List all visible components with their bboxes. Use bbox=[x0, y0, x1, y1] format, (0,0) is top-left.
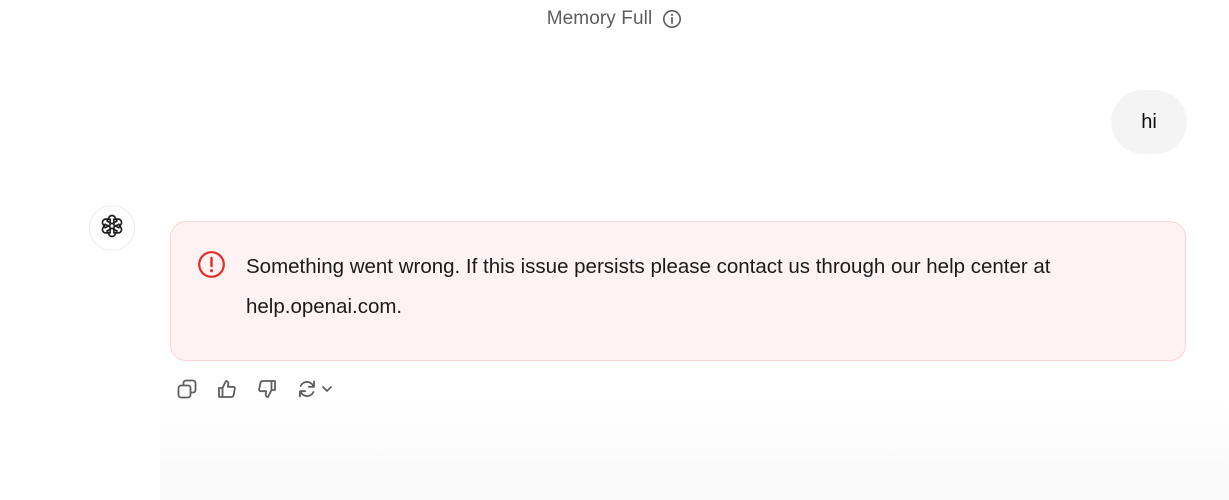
error-message-text: Something went wrong. If this issue pers… bbox=[246, 255, 1051, 318]
thumbs-down-icon bbox=[256, 378, 278, 405]
message-action-bar bbox=[170, 376, 340, 406]
thumbs-up-button[interactable] bbox=[210, 376, 244, 406]
regenerate-icon bbox=[296, 378, 318, 405]
error-message-box: Something went wrong. If this issue pers… bbox=[170, 221, 1186, 361]
alert-circle-icon bbox=[197, 250, 226, 279]
copy-icon bbox=[176, 378, 198, 405]
user-message-bubble: hi bbox=[1111, 90, 1187, 154]
assistant-avatar bbox=[89, 205, 135, 251]
thumbs-up-icon bbox=[216, 378, 238, 405]
regenerate-button[interactable] bbox=[290, 376, 340, 406]
chevron-down-icon bbox=[320, 382, 334, 401]
info-circle-icon[interactable] bbox=[662, 9, 682, 29]
openai-logo-icon bbox=[98, 212, 126, 245]
chat-page: Memory Full hi Something went wrong. If … bbox=[0, 0, 1229, 500]
thumbs-down-button[interactable] bbox=[250, 376, 284, 406]
copy-button[interactable] bbox=[170, 376, 204, 406]
composer-fade bbox=[160, 400, 1229, 500]
memory-status-header: Memory Full bbox=[0, 6, 1229, 32]
memory-full-label: Memory Full bbox=[546, 8, 653, 29]
user-message-text: hi bbox=[1141, 110, 1157, 133]
